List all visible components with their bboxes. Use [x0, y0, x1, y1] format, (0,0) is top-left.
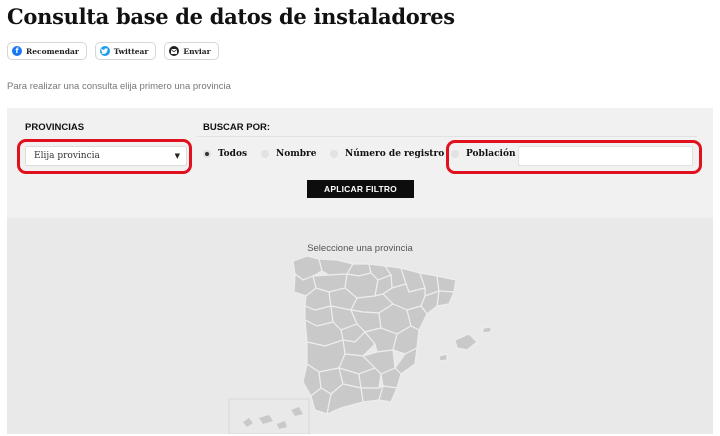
dropdown-arrow-icon: ▼: [174, 152, 180, 160]
radio-nombre-dot[interactable]: [261, 150, 269, 158]
province-menorca[interactable]: [482, 326, 492, 334]
search-by-label: BUSCAR POR:: [203, 122, 271, 133]
radio-todos-label: Todos: [218, 149, 248, 159]
twitter-share-label: Twittear: [113, 46, 149, 56]
search-panel: PROVINCIAS BUSCAR POR: Elija provincia ▼…: [7, 108, 713, 434]
province-canarias-4[interactable]: [291, 407, 303, 416]
divider: [197, 136, 697, 137]
radio-poblacion-dot[interactable]: [451, 150, 459, 158]
radio-poblacion[interactable]: Población: [451, 149, 516, 159]
share-bar: f Recomendar Twittear Enviar: [7, 42, 219, 60]
province-map: Seleccione una provincia: [7, 218, 713, 434]
twitter-icon: [99, 46, 110, 56]
province-canarias-2[interactable]: [259, 415, 273, 424]
province-ibiza[interactable]: [438, 353, 448, 362]
province-almeria[interactable]: [378, 385, 398, 403]
province-canarias-1[interactable]: [243, 418, 253, 427]
province-mallorca[interactable]: [454, 333, 478, 351]
spain-map: [228, 255, 492, 434]
provinces-label: PROVINCIAS: [25, 122, 85, 133]
radio-numero-registro-dot[interactable]: [330, 150, 338, 158]
province-barcelona[interactable]: [436, 290, 455, 307]
radio-nombre[interactable]: Nombre: [261, 149, 317, 159]
province-canarias-3[interactable]: [277, 421, 287, 429]
poblacion-input[interactable]: [518, 146, 693, 166]
province-select-value: Elija provincia: [34, 151, 100, 161]
apply-filter-button[interactable]: APLICAR FILTRO: [307, 180, 414, 198]
radio-numero-registro-label: Número de registro: [345, 149, 445, 159]
province-select[interactable]: Elija provincia ▼: [25, 146, 187, 166]
email-share-button[interactable]: Enviar: [164, 42, 219, 60]
intro-text: Para realizar una consulta elija primero…: [7, 81, 231, 92]
radio-nombre-label: Nombre: [276, 149, 317, 159]
canary-islands: [243, 407, 303, 429]
facebook-share-label: Recomendar: [26, 46, 79, 56]
facebook-share-button[interactable]: f Recomendar: [7, 42, 87, 60]
twitter-share-button[interactable]: Twittear: [94, 42, 157, 60]
filter-bar: PROVINCIAS BUSCAR POR: Elija provincia ▼…: [7, 108, 713, 218]
email-icon: [169, 46, 180, 56]
radio-poblacion-label: Población: [466, 149, 516, 159]
email-share-label: Enviar: [183, 46, 211, 56]
radio-numero-registro[interactable]: Número de registro: [330, 149, 444, 159]
radio-todos-dot[interactable]: [203, 150, 211, 158]
province-girona[interactable]: [436, 275, 457, 293]
facebook-icon: f: [12, 46, 22, 56]
radio-todos[interactable]: Todos: [203, 149, 247, 159]
page-title: Consulta base de datos de instaladores: [7, 4, 455, 29]
